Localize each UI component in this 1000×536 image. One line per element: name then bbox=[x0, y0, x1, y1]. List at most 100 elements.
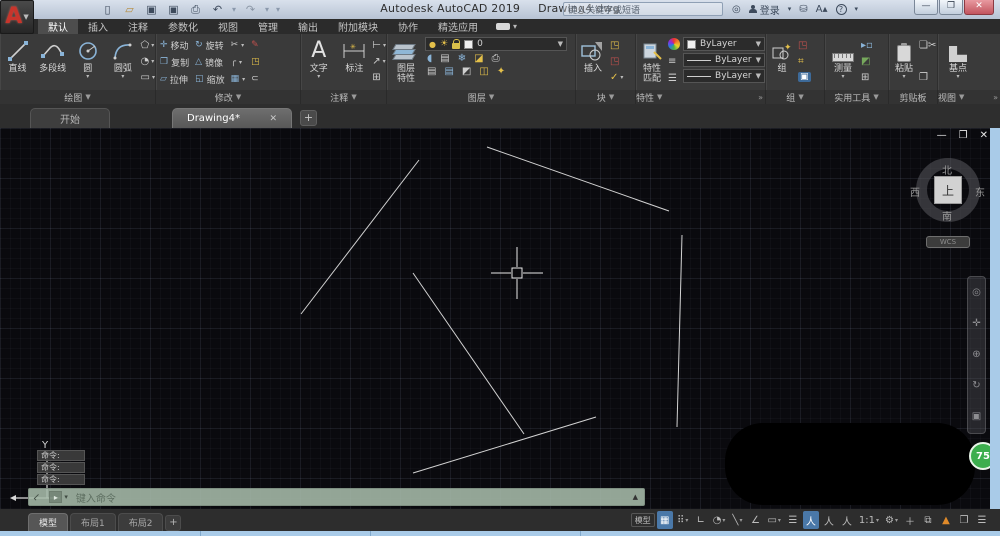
layer-plot-icon[interactable]: ⎙ bbox=[492, 53, 500, 64]
color-wheel-icon[interactable] bbox=[668, 38, 680, 50]
overflow-icon[interactable]: » bbox=[993, 93, 998, 102]
workspace-gear-icon[interactable]: ⚙ ▾ bbox=[883, 511, 900, 529]
panel-label-block[interactable]: 块 ▼ bbox=[576, 90, 636, 104]
tab-output[interactable]: 输出 bbox=[288, 19, 328, 34]
array-button[interactable]: ▦ ▾ bbox=[231, 74, 246, 84]
new-file-icon[interactable]: ▯ bbox=[100, 3, 115, 16]
tab-start[interactable]: 开始 bbox=[30, 108, 110, 128]
ortho-toggle[interactable]: ∟ bbox=[693, 511, 709, 529]
annotation-monitor-icon[interactable]: ＋ bbox=[902, 511, 918, 529]
lineweight-icon[interactable]: ≡ bbox=[668, 56, 680, 67]
new-drawing-tab-button[interactable]: + bbox=[300, 110, 317, 126]
panel-label-layers[interactable]: 图层 ▼ bbox=[387, 90, 576, 104]
chevron-down-icon[interactable]: ▾ bbox=[265, 5, 269, 14]
stretch-button[interactable]: ▱ 拉伸 bbox=[160, 73, 189, 86]
minimize-button[interactable]: — bbox=[914, 0, 938, 15]
erase-button[interactable]: ✎ bbox=[251, 40, 260, 50]
undo-icon[interactable]: ↶ bbox=[210, 3, 225, 16]
copy-button[interactable]: ❐ 复制 bbox=[160, 56, 189, 69]
table-icon[interactable]: ⊞ bbox=[372, 72, 380, 83]
chevron-down-icon[interactable]: ▾ bbox=[232, 5, 236, 14]
command-line[interactable]: ⌐ ▸ ▾ 键入命令 ▲ bbox=[28, 488, 645, 506]
autodesk-360-icon[interactable]: A▴ bbox=[816, 4, 828, 15]
graphics-performance-icon[interactable]: ▲ bbox=[938, 511, 954, 529]
layer-match-icon[interactable]: ◫ bbox=[479, 66, 488, 77]
app-menu-button[interactable]: A ▼ bbox=[0, 0, 34, 34]
color-dropdown[interactable]: ByLayer ▼ bbox=[683, 37, 765, 51]
doc-close-icon[interactable]: ✕ bbox=[980, 130, 988, 141]
viewcube-south[interactable]: 南 bbox=[942, 208, 952, 223]
create-block-icon[interactable]: ◳ bbox=[610, 40, 619, 51]
help-icon[interactable]: ? bbox=[835, 3, 847, 15]
block-attributes-icon[interactable]: ✓ bbox=[610, 72, 618, 83]
chevron-down-icon[interactable]: ▾ bbox=[86, 74, 89, 80]
chevron-down-icon[interactable]: ▾ bbox=[902, 74, 905, 80]
scale-button[interactable]: ◱ 缩放 bbox=[195, 73, 225, 86]
full-navigation-wheel-icon[interactable]: ◎ bbox=[972, 287, 981, 298]
redo-icon[interactable]: ↷ bbox=[243, 3, 258, 16]
panel-label-annotate[interactable]: 注释 ▼ bbox=[301, 90, 387, 104]
tab-insert[interactable]: 插入 bbox=[78, 19, 118, 34]
search-input[interactable]: 键入关键字或短语 bbox=[563, 2, 723, 16]
layer-off-icon[interactable]: ◖ bbox=[427, 53, 432, 64]
isometric-toggle[interactable]: ∠ bbox=[747, 511, 763, 529]
annotation-scale-icon[interactable]: 人 bbox=[839, 511, 855, 529]
panel-label-view[interactable]: 视图 ▼» bbox=[938, 90, 1000, 104]
close-button[interactable]: ✕ bbox=[964, 0, 994, 15]
command-input[interactable]: 键入命令 bbox=[76, 490, 116, 505]
insert-block-button[interactable]: 插入 bbox=[576, 36, 610, 74]
ellipse-icon[interactable]: ◔ bbox=[141, 56, 150, 67]
group-button[interactable]: ✦ 组 bbox=[766, 36, 798, 74]
tab-layout2[interactable]: 布局2 bbox=[117, 513, 164, 531]
text-button[interactable]: A 文字 ▾ bbox=[301, 36, 337, 80]
doc-minimize-icon[interactable]: — bbox=[937, 130, 947, 141]
move-button[interactable]: ✛ 移动 bbox=[160, 39, 189, 52]
group-selection-icon[interactable]: ▣ bbox=[798, 72, 811, 82]
select-all-icon[interactable]: ◩ bbox=[861, 56, 870, 67]
tab-featured-apps[interactable]: 精选应用 bbox=[428, 19, 488, 34]
restore-button[interactable]: ❐ bbox=[939, 0, 963, 15]
base-point-button[interactable]: 基点 ▾ bbox=[938, 36, 978, 80]
layer-unlock-icon[interactable]: ◩ bbox=[462, 66, 471, 77]
quick-select-icon[interactable]: ▸▫ bbox=[861, 40, 873, 51]
object-snap-toggle[interactable]: ▭ ▾ bbox=[765, 511, 782, 529]
line-button[interactable]: 直线 bbox=[0, 36, 35, 74]
sign-in-button[interactable]: 登录 bbox=[748, 2, 780, 17]
measure-button[interactable]: 测量 ▾ bbox=[825, 36, 861, 80]
qat-customize-icon[interactable]: ▾ bbox=[276, 5, 280, 14]
overflow-icon[interactable]: » bbox=[758, 93, 763, 102]
tab-drawing4[interactable]: Drawing4* ✕ bbox=[172, 108, 292, 128]
offset-button[interactable]: ⊂ bbox=[251, 74, 260, 84]
chevron-down-icon[interactable]: ▾ bbox=[841, 74, 844, 80]
grid-toggle[interactable]: ▦ bbox=[656, 511, 673, 529]
layer-isolate-icon[interactable]: ▤ bbox=[440, 53, 449, 64]
zoom-extents-icon[interactable]: ⊕ bbox=[972, 349, 980, 360]
dimension-button[interactable]: ✳ 标注 bbox=[337, 36, 373, 74]
arc-button[interactable]: 圆弧 ▾ bbox=[105, 36, 140, 80]
drawing-canvas[interactable]: — ❐ ✕ 北 西 上 东 南 WCS ◎ ✛ ⊕ ↻ ▣ Y 75 命令: 命… bbox=[0, 128, 1000, 509]
tab-home[interactable]: 默认 bbox=[38, 19, 78, 34]
pan-icon[interactable]: ✛ bbox=[972, 318, 980, 329]
leader-icon[interactable]: ↗ bbox=[372, 56, 380, 67]
match-properties-button[interactable]: 特性 匹配 bbox=[636, 36, 668, 84]
open-folder-icon[interactable]: ▱ bbox=[122, 3, 137, 16]
wcs-dropdown[interactable]: WCS bbox=[926, 236, 970, 248]
rectangle-icon[interactable]: ▭ bbox=[141, 72, 150, 83]
viewcube[interactable]: 北 西 上 东 南 WCS bbox=[908, 148, 988, 248]
lineweight-dropdown[interactable]: ByLayer ▼ bbox=[683, 53, 765, 67]
linetype-list-icon[interactable]: ☰ bbox=[668, 73, 680, 84]
plot-icon[interactable]: ⎙ bbox=[188, 3, 203, 16]
tab-collaborate[interactable]: 协作 bbox=[388, 19, 428, 34]
customization-menu-icon[interactable]: ☰ bbox=[974, 511, 990, 529]
showmotion-icon[interactable]: ▣ bbox=[972, 412, 981, 422]
model-space-toggle[interactable]: 模型 bbox=[630, 513, 655, 527]
viewcube-north[interactable]: 北 bbox=[942, 162, 952, 177]
ungroup-icon[interactable]: ◳ bbox=[798, 40, 807, 51]
circle-button[interactable]: 圆 ▾ bbox=[70, 36, 105, 80]
orbit-icon[interactable]: ↻ bbox=[972, 381, 980, 391]
save-icon[interactable]: ▣ bbox=[144, 3, 159, 16]
paste-button[interactable]: 粘贴 ▾ bbox=[889, 36, 919, 80]
new-layout-button[interactable]: + bbox=[165, 515, 182, 531]
scale-dropdown[interactable]: 1:1 ▾ bbox=[857, 511, 881, 529]
viewcube-top-face[interactable]: 上 bbox=[934, 176, 962, 204]
